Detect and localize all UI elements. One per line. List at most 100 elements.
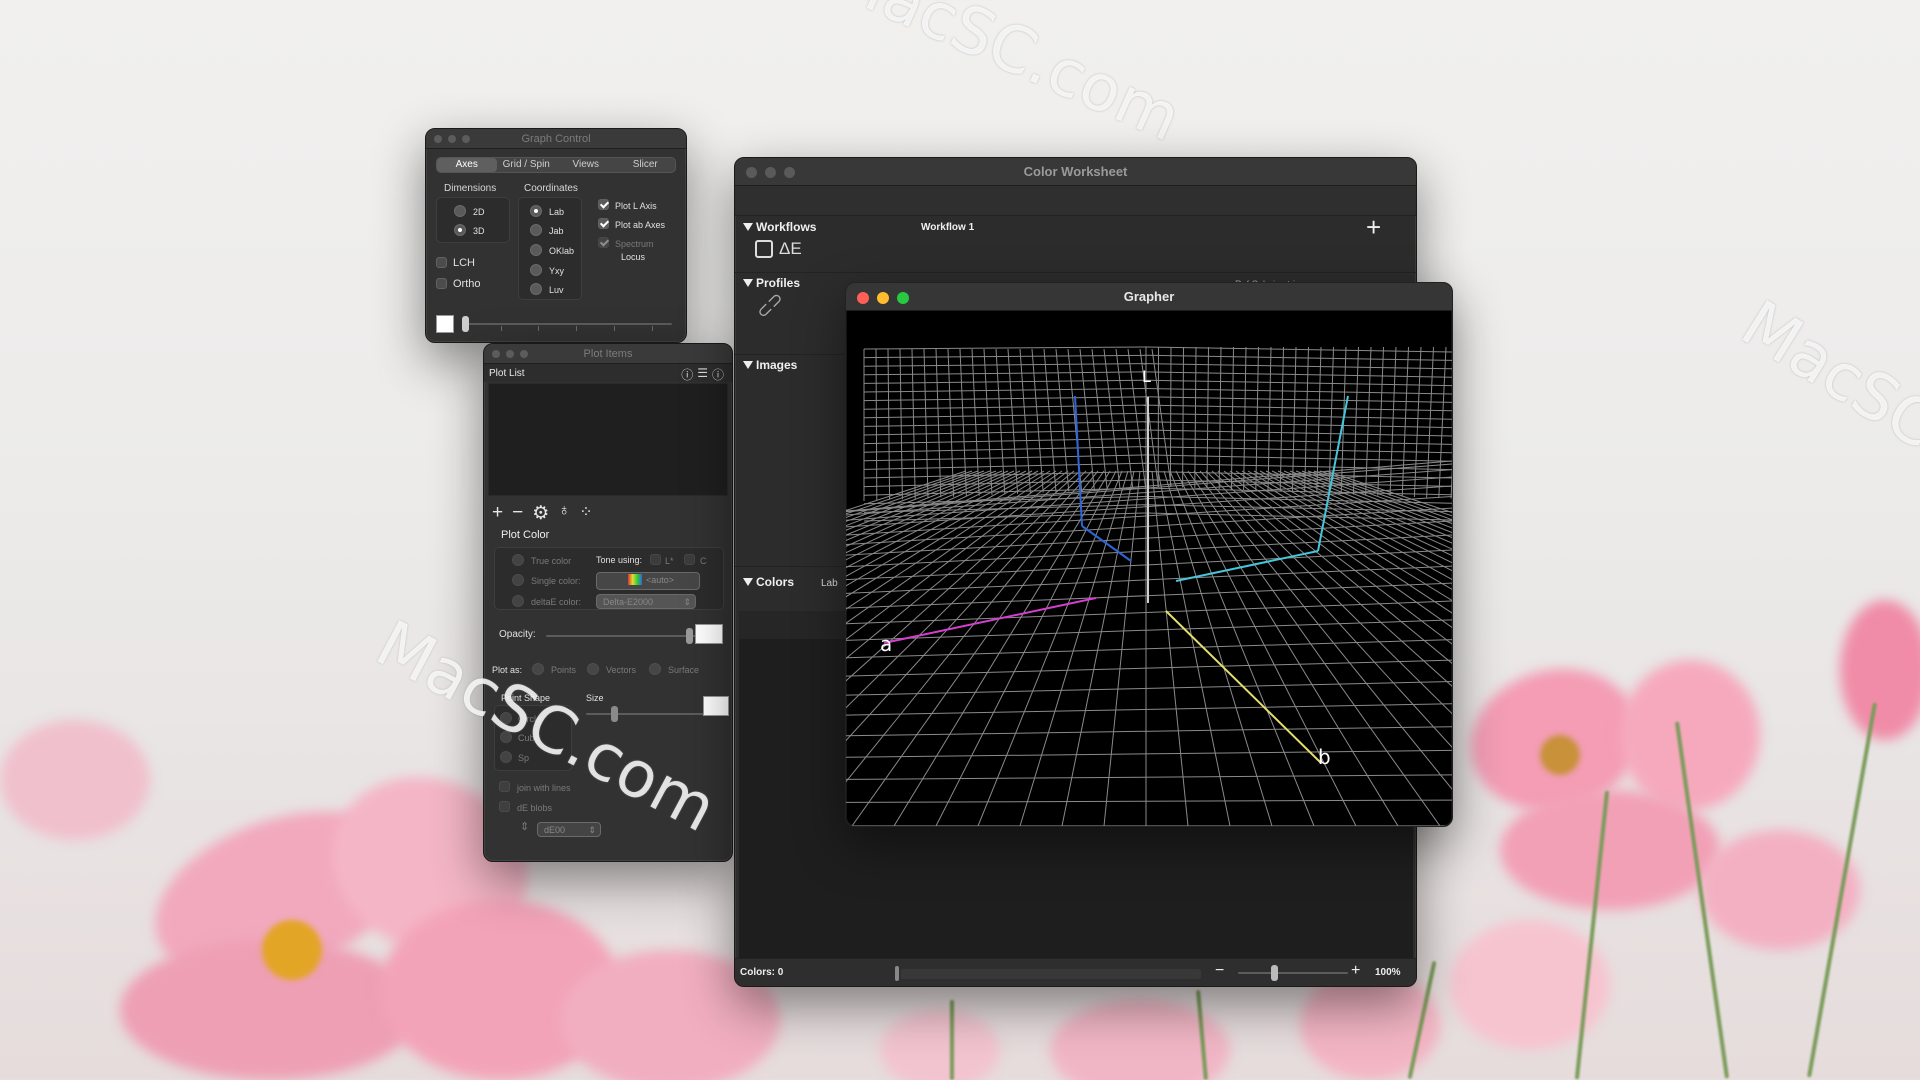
- radio-2d[interactable]: [454, 205, 466, 217]
- zoom-button[interactable]: [462, 135, 470, 143]
- close-button[interactable]: [746, 167, 757, 178]
- radio-true-color[interactable]: [512, 554, 524, 566]
- single-color-popup[interactable]: <auto>: [596, 572, 700, 590]
- table-scroll-knob[interactable]: [895, 966, 899, 981]
- radio-sphere[interactable]: [500, 751, 512, 763]
- radio-oklab[interactable]: [530, 244, 542, 256]
- graph-slider-track[interactable]: [462, 323, 672, 325]
- zoom-out-button[interactable]: −: [1215, 962, 1224, 980]
- size-slider-track[interactable]: [586, 713, 706, 715]
- lch-checkbox[interactable]: [436, 257, 447, 268]
- spectrum-locus-checkbox[interactable]: [598, 237, 609, 248]
- colors-header[interactable]: Colors: [743, 575, 794, 589]
- gear-icon[interactable]: ⚙: [532, 502, 549, 525]
- workflows-header[interactable]: Workflows: [743, 220, 816, 234]
- help-icon[interactable]: ⓘ: [712, 366, 724, 383]
- tab-slicer[interactable]: Slicer: [616, 158, 676, 172]
- images-header[interactable]: Images: [743, 358, 797, 372]
- radio-3d[interactable]: [454, 224, 466, 236]
- zoom-button[interactable]: [784, 167, 795, 178]
- window-controls: [492, 350, 528, 358]
- grid-line: [1247, 470, 1452, 590]
- plot-l-axis-checkbox[interactable]: [598, 199, 609, 210]
- plot-ab-axes-checkbox[interactable]: [598, 218, 609, 229]
- zoom-button[interactable]: [520, 350, 528, 358]
- radio-circle[interactable]: [500, 712, 512, 724]
- de-type-popup[interactable]: dE00 ⇕: [537, 822, 601, 837]
- tone-l-checkbox[interactable]: [650, 554, 661, 565]
- radio-luv[interactable]: [530, 283, 542, 295]
- radio-surface[interactable]: [649, 663, 661, 675]
- minimize-button[interactable]: [877, 292, 889, 304]
- workflow-name[interactable]: Workflow 1: [921, 222, 974, 233]
- tab-axes[interactable]: Axes: [437, 158, 497, 172]
- radio-lab[interactable]: [530, 205, 542, 217]
- link-icon[interactable]: ⊂⊃: [752, 287, 788, 323]
- close-button[interactable]: [434, 135, 442, 143]
- tab-grid-spin[interactable]: Grid / Spin: [497, 158, 557, 172]
- ortho-checkbox[interactable]: [436, 278, 447, 289]
- radio-single-color[interactable]: [512, 574, 524, 586]
- graph-control-titlebar[interactable]: Graph Control: [426, 129, 686, 149]
- stepper-icon: ⇕: [683, 597, 691, 607]
- opacity-slider-track[interactable]: [546, 635, 696, 637]
- plot-list[interactable]: [488, 383, 728, 496]
- stepper-icon[interactable]: ⇕: [520, 820, 529, 833]
- grid-line: [1145, 462, 1452, 471]
- grapher-titlebar[interactable]: Grapher: [846, 283, 1452, 311]
- radio-yxy[interactable]: [530, 264, 542, 276]
- grid-line: [846, 749, 1452, 758]
- radio-points[interactable]: [532, 663, 544, 675]
- minimize-button[interactable]: [765, 167, 776, 178]
- minimize-button[interactable]: [506, 350, 514, 358]
- single-color-label: Single color:: [531, 576, 581, 586]
- radio-jab[interactable]: [530, 224, 542, 236]
- radio-vectors[interactable]: [587, 663, 599, 675]
- opacity-color-swatch[interactable]: [695, 624, 723, 644]
- profiles-label: Profiles: [756, 276, 801, 290]
- graph-slider-knob[interactable]: [462, 316, 469, 332]
- de-blobs-checkbox[interactable]: [499, 801, 510, 812]
- lab-3d-plot[interactable]: [846, 311, 1452, 826]
- grid-line: [1151, 348, 1172, 487]
- grid-line: [1218, 346, 1222, 490]
- de-type-value: dE00: [544, 825, 566, 835]
- sliders-icon[interactable]: ☰: [697, 366, 708, 383]
- plot-items-titlebar[interactable]: Plot Items: [484, 344, 732, 364]
- info-icon[interactable]: ⓘ: [681, 366, 693, 383]
- zoom-slider-track[interactable]: [1238, 972, 1348, 974]
- opacity-slider-knob[interactable]: [686, 628, 693, 644]
- tab-views[interactable]: Views: [556, 158, 616, 172]
- close-button[interactable]: [857, 292, 869, 304]
- zoom-button[interactable]: [897, 292, 909, 304]
- size-slider-knob[interactable]: [611, 706, 618, 722]
- grid-line: [846, 470, 1009, 542]
- delta-e-icon[interactable]: ΔE: [779, 239, 802, 259]
- deltae-popup[interactable]: Delta-E2000 ⇕: [596, 594, 696, 609]
- zoom-in-button[interactable]: +: [1351, 962, 1360, 980]
- minimize-button[interactable]: [448, 135, 456, 143]
- point-color-swatch[interactable]: [703, 696, 729, 716]
- tone-c-checkbox[interactable]: [684, 554, 695, 565]
- blue-axis-foot: [1081, 525, 1132, 562]
- add-workflow-button[interactable]: +: [1366, 212, 1381, 243]
- grid-line: [863, 446, 1147, 453]
- color-worksheet-titlebar[interactable]: Color Worksheet: [735, 158, 1416, 186]
- radio-deltae-color[interactable]: [512, 595, 524, 607]
- horizontal-scrollbar[interactable]: [901, 969, 1201, 979]
- deltae-value: Delta-E2000: [603, 597, 654, 607]
- grid-line: [846, 703, 1452, 716]
- duplicate-icon[interactable]: [755, 240, 773, 258]
- microphone-icon[interactable]: ♁: [558, 502, 570, 525]
- colors-space[interactable]: Lab: [821, 578, 838, 589]
- remove-icon[interactable]: −: [512, 502, 523, 525]
- locus-label: Locus: [621, 252, 646, 262]
- background-color-swatch[interactable]: [436, 315, 454, 333]
- add-icon[interactable]: +: [492, 502, 503, 525]
- zoom-slider-knob[interactable]: [1271, 965, 1278, 981]
- dots-cluster-icon[interactable]: ⁘: [579, 502, 592, 525]
- plot-as-label: Plot as:: [492, 665, 523, 675]
- close-button[interactable]: [492, 350, 500, 358]
- join-lines-checkbox[interactable]: [499, 781, 510, 792]
- radio-cube[interactable]: [500, 731, 512, 743]
